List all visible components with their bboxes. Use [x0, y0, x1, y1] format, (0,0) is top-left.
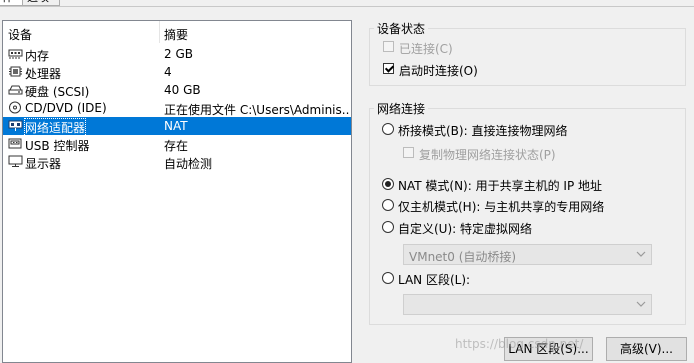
connected-checkbox-box[interactable]	[383, 41, 394, 52]
device-name: 内存	[25, 49, 50, 63]
replicate-label: 复制物理网络连接状态(P)	[419, 148, 556, 162]
nat-radio-circle[interactable]	[382, 178, 394, 190]
chevron-down-icon	[635, 298, 647, 310]
device-row-cd-dvd[interactable]: CD/DVD (IDE) 正在使用文件 C:\Users\Adminis...	[3, 99, 351, 117]
memory-icon	[8, 47, 23, 60]
connected-checkbox[interactable]: 已连接(C)	[383, 40, 503, 56]
chevron-down-icon	[635, 248, 647, 260]
custom-label: 自定义(U): 特定虚拟网络	[398, 222, 533, 236]
device-name: USB 控制器	[25, 139, 90, 153]
column-header-summary[interactable]: 摘要	[164, 26, 188, 43]
network-adapter-icon	[8, 119, 23, 132]
custom-network-select[interactable]: VMnet0 (自动桥接)	[403, 244, 652, 265]
lan-segment-label: LAN 区段(L):	[398, 273, 471, 287]
host-only-radio[interactable]: 仅主机模式(H): 与主机共享的专用网络	[382, 198, 682, 214]
lan-segment-select[interactable]	[403, 294, 652, 315]
usb-icon	[8, 137, 23, 150]
device-summary: NAT	[164, 119, 188, 133]
device-summary: 自动检测	[164, 157, 213, 171]
network-connection-title: 网络连接	[374, 100, 429, 117]
device-row-network-adapter[interactable]: 网络适配器 NAT	[3, 117, 351, 137]
tab-divider	[0, 6, 694, 7]
bridged-radio[interactable]: 桥接模式(B): 直接连接物理网络	[382, 122, 622, 138]
device-row-hard-disk[interactable]: 硬盘 (SCSI) 40 GB	[3, 81, 351, 99]
device-summary: 正在使用文件 C:\Users\Adminis...	[164, 103, 350, 117]
device-row-memory[interactable]: 内存 2 GB	[3, 45, 351, 63]
device-name: 硬盘 (SCSI)	[25, 85, 90, 99]
device-name: CD/DVD (IDE)	[25, 101, 107, 115]
device-row-display[interactable]: 显示器 自动检测	[3, 153, 351, 171]
network-connection-group	[369, 108, 686, 325]
replicate-physical-state-checkbox[interactable]: 复制物理网络连接状态(P)	[403, 146, 603, 162]
bridged-radio-circle[interactable]	[382, 123, 394, 135]
tab-options-label: 选项	[27, 0, 49, 4]
connect-at-power-on-checkbox[interactable]: 启动时连接(O)	[383, 62, 503, 78]
device-name: 处理器	[25, 67, 62, 81]
display-icon	[8, 155, 23, 168]
connected-label: 已连接(C)	[399, 42, 453, 56]
device-row-usb[interactable]: USB 控制器 存在	[3, 135, 351, 153]
device-summary: 4	[164, 65, 172, 79]
column-separator[interactable]	[159, 21, 160, 43]
device-list-header: 设备 摘要	[3, 21, 351, 43]
connect-at-power-on-label: 启动时连接(O)	[399, 64, 478, 78]
device-summary: 2 GB	[164, 47, 193, 61]
custom-network-value: VMnet0 (自动桥接)	[409, 250, 517, 264]
hard-disk-icon	[8, 83, 23, 96]
device-row-processor[interactable]: 处理器 4	[3, 63, 351, 81]
lan-segment-radio-circle[interactable]	[382, 272, 394, 284]
connect-at-power-on-checkbox-box[interactable]	[383, 63, 394, 74]
nat-label: NAT 模式(N): 用于共享主机的 IP 地址	[398, 179, 603, 193]
cd-dvd-icon	[8, 101, 23, 114]
tab-hardware-label: 件	[2, 0, 13, 4]
host-only-label: 仅主机模式(H): 与主机共享的专用网络	[398, 200, 605, 214]
device-status-title: 设备状态	[374, 20, 429, 37]
advanced-button[interactable]: 高级(V)...	[606, 337, 687, 361]
host-only-radio-circle[interactable]	[382, 199, 394, 211]
device-summary: 存在	[164, 139, 189, 153]
nat-radio[interactable]: NAT 模式(N): 用于共享主机的 IP 地址	[382, 177, 682, 193]
device-name: 网络适配器	[23, 118, 87, 137]
replicate-checkbox-box[interactable]	[403, 147, 414, 158]
column-header-device[interactable]: 设备	[8, 26, 32, 43]
custom-radio-circle[interactable]	[382, 221, 394, 233]
processor-icon	[8, 65, 23, 78]
device-summary: 40 GB	[164, 83, 201, 97]
bridged-label: 桥接模式(B): 直接连接物理网络	[398, 124, 568, 138]
lan-segment-radio[interactable]: LAN 区段(L):	[382, 271, 532, 287]
device-name: 显示器	[25, 157, 62, 171]
device-list[interactable]: 设备 摘要 内存 2 GB 处理器 4 硬盘 (SCSI) 40 GB CD/D…	[2, 20, 352, 363]
watermark: https://blog.csdn.net/	[455, 337, 584, 351]
custom-radio[interactable]: 自定义(U): 特定虚拟网络	[382, 220, 582, 236]
